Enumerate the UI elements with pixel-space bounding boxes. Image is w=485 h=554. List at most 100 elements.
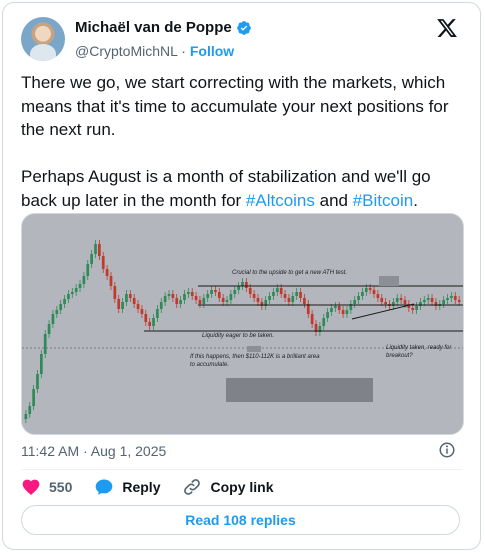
candle-body <box>364 288 368 292</box>
candle-body <box>163 296 167 302</box>
candle-body <box>326 312 329 318</box>
candle-body <box>190 292 194 296</box>
candle-body <box>299 292 302 298</box>
hashtag-bitcoin[interactable]: #Bitcoin <box>353 191 413 210</box>
candle-body <box>272 292 275 296</box>
candle-body <box>237 286 240 290</box>
candle-body <box>148 322 152 326</box>
candle-body <box>94 244 97 254</box>
annotation-if-line2: to accumulate. <box>190 362 229 368</box>
candle-body <box>74 288 78 292</box>
candle-body <box>376 294 380 298</box>
candle-body <box>171 294 175 298</box>
copy-link-label: Copy link <box>210 479 274 495</box>
candle-body <box>175 298 179 304</box>
separator-dot: · <box>181 43 186 59</box>
candle-body <box>372 290 376 294</box>
annotation-right-line2: breakout? <box>386 353 413 359</box>
candle-body <box>214 290 217 292</box>
candle-body <box>252 294 256 298</box>
candle-body <box>82 276 86 284</box>
candle-body <box>310 314 314 324</box>
candle-body <box>287 298 291 302</box>
annotation-top: Crucial to the upside to get a new ATH t… <box>232 270 347 276</box>
candle-body <box>245 282 248 288</box>
heart-icon <box>22 479 40 495</box>
like-button[interactable]: 550 <box>21 477 72 497</box>
tweet-timestamp[interactable]: 11:42 AM · Aug 1, 2025 <box>21 443 166 459</box>
candle-body <box>411 308 415 310</box>
candle-body <box>330 308 333 312</box>
copy-link-button[interactable]: Copy link <box>182 477 274 497</box>
candle-body <box>109 276 113 286</box>
hashtag-altcoins[interactable]: #Altcoins <box>246 191 315 210</box>
candle-body <box>59 304 63 310</box>
candle-body <box>241 282 244 286</box>
candle-body <box>86 264 90 276</box>
author-handle-row: @CryptoMichNL · Follow <box>75 43 234 59</box>
tweet-text: There we go, we start correcting with th… <box>21 71 461 212</box>
candle-body <box>403 300 407 304</box>
candle-body <box>125 294 128 302</box>
candle-body <box>442 300 446 304</box>
tweet-text-body: There we go, we start correcting with th… <box>21 73 449 210</box>
candle-body <box>113 286 117 299</box>
candle-body <box>291 296 295 302</box>
candle-body <box>256 298 260 302</box>
candle-body <box>217 292 221 298</box>
candle-body <box>156 309 159 318</box>
candle-body <box>67 294 70 299</box>
author-name-row: Michaël van de Poppe <box>75 19 252 36</box>
candle-body <box>384 302 387 304</box>
action-bar: 550 Reply Copy link <box>21 477 296 497</box>
candle-body <box>43 334 47 354</box>
highlight-box-small <box>247 346 261 352</box>
candle-body <box>233 290 237 294</box>
candle-body <box>179 300 182 304</box>
x-logo-icon[interactable] <box>436 17 458 39</box>
follow-button[interactable]: Follow <box>190 43 234 59</box>
candle-body <box>159 302 163 309</box>
chart-image-svg: Crucial to the upside to get a new ATH t… <box>22 214 463 434</box>
candle-body <box>430 298 434 302</box>
highlight-box-top <box>379 276 399 286</box>
tweet-card: Michaël van de Poppe @CryptoMichNL · Fol… <box>2 2 481 550</box>
candle-body <box>229 294 233 300</box>
candle-body <box>140 309 144 314</box>
candle-body <box>399 298 403 300</box>
candle-body <box>357 296 360 300</box>
reply-bubble-icon <box>96 479 113 495</box>
candle-body <box>202 298 206 304</box>
candle-body <box>268 296 271 300</box>
candle-body <box>144 314 148 322</box>
verified-badge-icon <box>236 20 251 35</box>
candle-body <box>361 292 364 296</box>
candle-body <box>295 292 299 296</box>
author-name[interactable]: Michaël van de Poppe <box>75 19 232 36</box>
candle-body <box>279 288 283 294</box>
candle-body <box>121 302 124 309</box>
candle-body <box>128 294 132 298</box>
candle-body <box>167 294 171 296</box>
avatar[interactable] <box>21 17 65 61</box>
candle-body <box>225 300 229 302</box>
candle-body <box>28 406 32 414</box>
reply-button[interactable]: Reply <box>94 477 160 497</box>
candle-body <box>70 292 74 294</box>
chart-image[interactable]: Crucial to the upside to get a new ATH t… <box>21 213 464 435</box>
candle-body <box>395 298 399 302</box>
info-icon[interactable] <box>438 441 456 459</box>
candle-body <box>206 294 210 298</box>
candle-body <box>39 354 43 374</box>
read-replies-button[interactable]: Read 108 replies <box>21 505 460 535</box>
candle-body <box>426 298 430 300</box>
candle-body <box>341 310 345 314</box>
candle-body <box>98 244 101 256</box>
author-handle[interactable]: @CryptoMichNL <box>75 43 177 59</box>
candle-body <box>450 296 453 298</box>
candle-body <box>322 318 326 326</box>
tweet-text-ending: . <box>413 190 418 210</box>
annotation-liquidity: Liquidity eager to be taken. <box>202 333 274 339</box>
candle-body <box>47 324 51 334</box>
candle-body <box>453 296 457 300</box>
